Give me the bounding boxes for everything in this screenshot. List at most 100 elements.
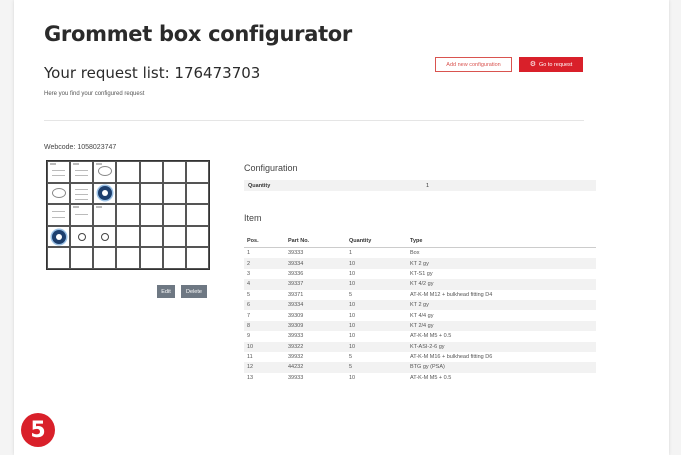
table-row: 1 39333 1 Box	[244, 248, 596, 259]
table-cell: 10	[349, 312, 356, 319]
table-row: 6 39334 10 KT 2 gy	[244, 299, 596, 311]
go-to-request-button[interactable]: ⚙ Go to request	[519, 57, 583, 72]
table-cell: AT-K-M M12 + bulkhead fitting D4	[410, 291, 493, 298]
grid-cell	[185, 247, 209, 269]
table-row: Quantity 1	[244, 180, 596, 191]
table-cell: 1	[349, 250, 353, 257]
grid-cell	[93, 182, 117, 205]
delete-label: Delete	[186, 288, 202, 295]
table-cell: 4	[244, 279, 285, 290]
grommet-small-icon	[77, 232, 86, 241]
table-cell: AT-K-M M5 + 0.5	[410, 333, 452, 340]
table-cell: 39932	[288, 354, 304, 361]
grid-cell	[70, 182, 94, 205]
grid-cell	[116, 225, 140, 248]
grid-cell	[185, 204, 209, 226]
add-configuration-label: Add new configuration	[446, 61, 501, 68]
grid-cell	[93, 161, 117, 183]
table-cell: 39322	[285, 341, 346, 352]
table-cell: 39334	[285, 299, 346, 311]
grid-cell	[47, 225, 71, 248]
table-cell: 39371	[288, 291, 304, 298]
grid-cell	[70, 204, 94, 226]
table-cell: 10	[346, 341, 407, 352]
table-cell: Box	[410, 250, 420, 257]
table-cell: 10	[349, 333, 356, 340]
table-row: 12 44232 5 BTG gy (PSA)	[244, 362, 596, 373]
grid-cell	[185, 182, 209, 205]
table-cell: 39933	[288, 374, 304, 381]
add-configuration-button[interactable]: Add new configuration	[435, 57, 512, 72]
table-cell: 39333	[288, 250, 304, 257]
table-cell: 10	[349, 374, 356, 381]
table-cell: 3	[247, 270, 251, 277]
table-cell: 5	[349, 354, 353, 361]
table-cell: 39334	[285, 258, 346, 269]
table-row: 3 39336 10 KT-S1 gy	[244, 269, 596, 279]
table-row: 2 39334 10 KT 2 gy	[244, 258, 596, 269]
grid-cell	[70, 161, 94, 183]
grid-cell	[116, 161, 140, 183]
table-row: 7 39309 10 KT 4/4 gy	[244, 310, 596, 320]
table-cell: 10	[346, 299, 407, 311]
box-layout-preview	[46, 160, 210, 270]
table-cell: 1	[247, 250, 251, 257]
grid-cell	[70, 247, 94, 269]
table-cell: BTG gy (PSA)	[407, 362, 596, 373]
table-cell: KT 4/2 gy	[407, 279, 596, 290]
table-cell: 44232	[285, 362, 346, 373]
table-row: 4 39337 10 KT 4/2 gy	[244, 279, 596, 290]
page-title: Grommet box configurator	[44, 22, 352, 46]
grid-cell	[139, 204, 163, 226]
table-cell: 7	[247, 312, 251, 319]
column-header: Part No.	[285, 235, 346, 248]
grommet-small-icon	[100, 232, 109, 241]
table-cell: 39309	[288, 312, 304, 319]
grid-cell	[93, 204, 117, 226]
column-header: Pos.	[244, 235, 285, 248]
item-title: Item	[244, 213, 262, 223]
grid-cell	[162, 204, 186, 226]
table-cell: 10	[346, 258, 407, 269]
quantity-value: 1	[422, 180, 596, 191]
page: Grommet box configurator Your request li…	[14, 0, 669, 455]
column-header: Type	[407, 235, 596, 248]
table-cell: 11	[247, 354, 253, 361]
table-cell: KT-ASI-2-6 gy	[407, 341, 596, 352]
table-cell: 39933	[288, 333, 304, 340]
table-header-row: Pos. Part No. Quantity Type	[244, 235, 596, 248]
grid-cell	[93, 247, 117, 269]
table-row: 10 39322 10 KT-ASI-2-6 gy	[244, 341, 596, 352]
grid-cell	[162, 225, 186, 248]
table-cell: 39337	[285, 279, 346, 290]
edit-label: Edit	[161, 288, 171, 295]
table-row: 11 39932 5 AT-K-M M16 + bulkhead fitting D6	[244, 352, 596, 362]
grid-cell	[139, 182, 163, 205]
table-cell: 2	[244, 258, 285, 269]
grid-cell	[116, 204, 140, 226]
table-cell: KT-S1 gy	[410, 270, 433, 277]
table-cell: KT 2 gy	[407, 258, 596, 269]
hint-text: Here you find your configured request	[44, 91, 145, 97]
table-cell: KT 2/4 gy	[407, 320, 596, 332]
column-header: Quantity	[346, 235, 407, 248]
grommet-hole-icon	[97, 186, 112, 201]
table-cell: 12	[244, 362, 285, 373]
grid-cell	[47, 182, 71, 205]
edit-button[interactable]: Edit	[157, 285, 175, 298]
table-cell: 39336	[288, 270, 304, 277]
configuration-table: Quantity 1	[244, 180, 596, 191]
table-cell: 10	[346, 279, 407, 290]
webcode-label: Webcode: 1058023747	[44, 144, 117, 151]
table-row: 13 39933 10 AT-K-M M5 + 0.5	[244, 373, 596, 383]
grommet-hole-icon	[51, 229, 66, 244]
grid-cell	[47, 247, 71, 269]
grid-cell	[162, 247, 186, 269]
table-cell: 8	[244, 320, 285, 332]
items-table: Pos. Part No. Quantity Type 1 39333 1 Box 2 3…	[244, 235, 596, 383]
grid-cell	[139, 225, 163, 248]
step-badge: 5	[21, 413, 55, 447]
grid-cell	[162, 182, 186, 205]
delete-button[interactable]: Delete	[181, 285, 207, 298]
gear-icon: ⚙	[529, 61, 536, 68]
